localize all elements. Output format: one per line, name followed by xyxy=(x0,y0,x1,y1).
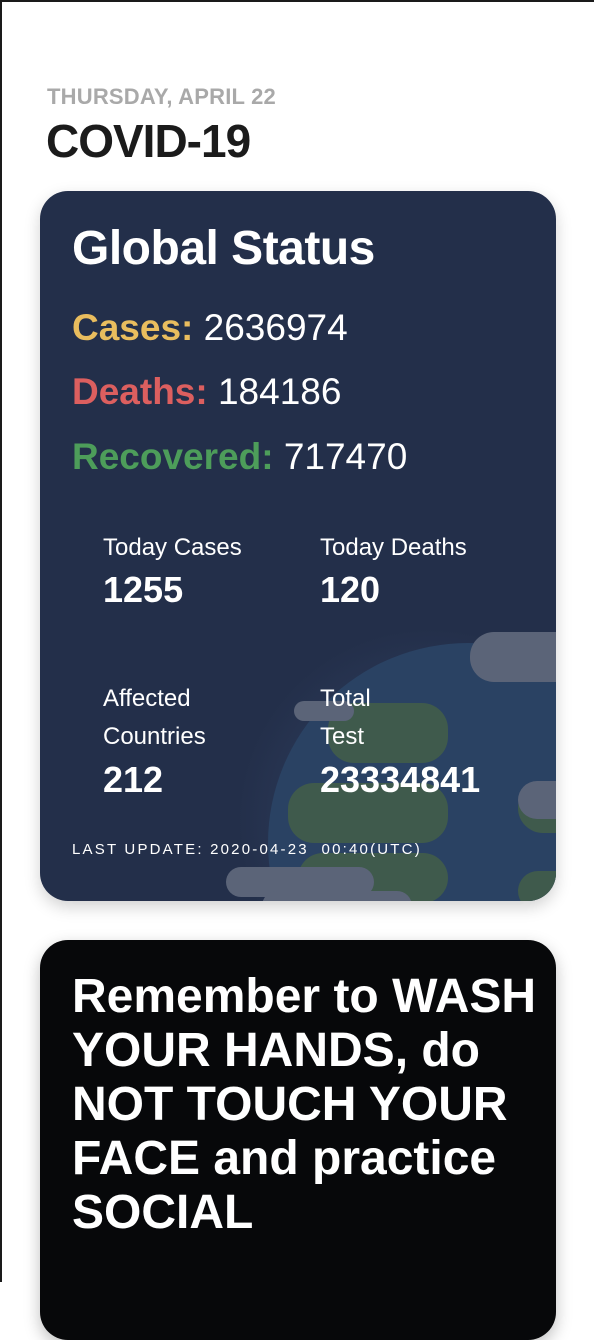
deaths-label: Deaths: xyxy=(72,371,208,412)
cloud-icon xyxy=(470,632,556,682)
cases-value: 2636974 xyxy=(203,307,348,348)
recovered-label: Recovered: xyxy=(72,436,274,477)
today-deaths-value: 120 xyxy=(320,569,381,610)
current-date: THURSDAY, APRIL 22 xyxy=(47,84,276,109)
hygiene-reminder-text: Remember to WASH YOUR HANDS, do NOT TOUC… xyxy=(72,970,537,1239)
today-cases-value: 1255 xyxy=(103,569,184,610)
global-status-heading: Global Status xyxy=(72,222,375,275)
cloud-icon xyxy=(518,781,556,819)
total-test-label: Total Test xyxy=(320,680,371,756)
recovered-stat: Recovered: 717470 xyxy=(72,436,407,478)
global-status-card[interactable]: Global Status Cases: 2636974 Deaths: 184… xyxy=(40,191,556,901)
deaths-stat: Deaths: 184186 xyxy=(72,371,341,413)
today-deaths-label: Today Deaths xyxy=(320,534,467,561)
total-test-label-line1: Total xyxy=(320,685,371,712)
page-title: COVID-19 xyxy=(46,115,251,167)
affected-countries-label: Affected Countries xyxy=(103,680,206,756)
total-test-label-line2: Test xyxy=(320,723,365,750)
globe-land-icon xyxy=(518,871,556,901)
affected-countries-value: 212 xyxy=(103,759,164,800)
deaths-value: 184186 xyxy=(217,371,342,412)
hygiene-reminder-card[interactable]: Remember to WASH YOUR HANDS, do NOT TOUC… xyxy=(40,940,556,1340)
recovered-value: 717470 xyxy=(283,436,408,477)
total-test-value: 23334841 xyxy=(320,759,481,800)
affected-label-line1: Affected xyxy=(103,685,191,712)
cloud-icon xyxy=(262,891,412,901)
cases-label: Cases: xyxy=(72,307,194,348)
last-update-text: LAST UPDATE: 2020-04-23 00:40(UTC) xyxy=(72,841,422,858)
affected-label-line2: Countries xyxy=(103,723,206,750)
cases-stat: Cases: 2636974 xyxy=(72,307,348,349)
today-cases-label: Today Cases xyxy=(103,534,242,561)
